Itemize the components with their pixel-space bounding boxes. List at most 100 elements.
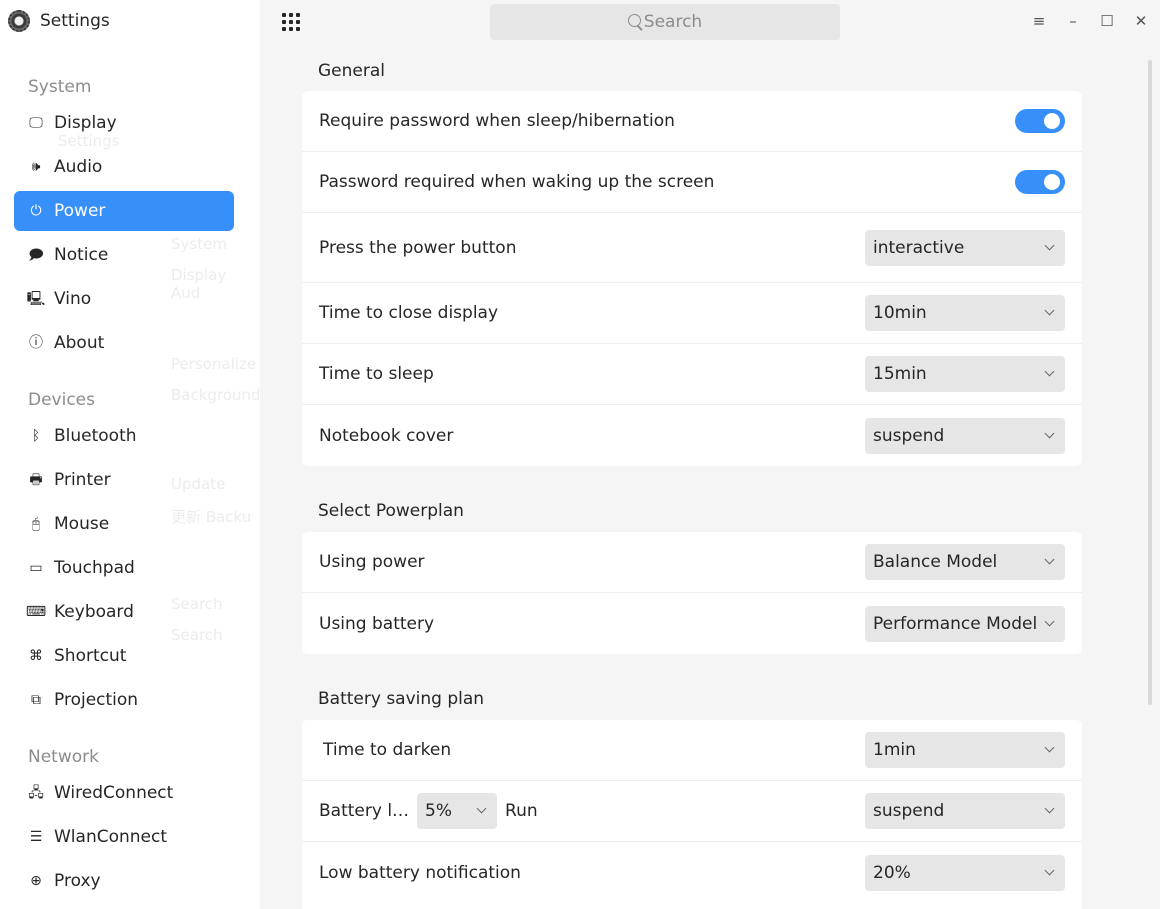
vino-icon: 🖳 bbox=[26, 291, 46, 307]
using-power-select[interactable]: Balance Model bbox=[865, 544, 1065, 580]
sidebar: Settings Settings System Display Aud Per… bbox=[0, 0, 261, 909]
using-battery-select[interactable]: Performance Model bbox=[865, 605, 1065, 642]
sidebar-item-label: Display bbox=[54, 113, 117, 133]
battery-level-select[interactable]: 5% bbox=[417, 793, 498, 829]
sidebar-item-label: Keyboard bbox=[54, 602, 134, 622]
settings-row: Notebook cover suspend bbox=[302, 405, 1082, 466]
close-display-select[interactable]: 10min bbox=[865, 295, 1065, 331]
sidebar-item-about[interactable]: ⓘ About bbox=[14, 323, 234, 363]
sidebar-item-power[interactable]: ⏻ Power bbox=[14, 191, 234, 231]
display-icon: 🖵 bbox=[29, 115, 43, 131]
sidebar-item-label: Notice bbox=[54, 245, 109, 265]
notebook-cover-select[interactable]: suspend bbox=[865, 417, 1065, 454]
run-label: Run bbox=[505, 801, 538, 821]
select-value: Performance Model bbox=[873, 613, 1038, 634]
sidebar-item-notice[interactable]: 🗩 Notice bbox=[14, 235, 234, 275]
sidebar-item-bluetooth[interactable]: ᛒ Bluetooth bbox=[14, 416, 234, 456]
sleep-password-toggle[interactable] bbox=[1015, 109, 1065, 133]
power-icon: ⏻ bbox=[30, 203, 42, 219]
battery-card: Time to darken 1min Battery l… 5% Run su… bbox=[302, 720, 1082, 909]
app-title: Settings bbox=[40, 11, 110, 31]
nav-group-system: System bbox=[28, 77, 92, 97]
settings-row: Require password when sleep/hibernation bbox=[302, 91, 1082, 152]
chevron-down-icon bbox=[1044, 554, 1055, 565]
sidebar-item-label: About bbox=[54, 333, 105, 353]
sidebar-item-audio[interactable]: 🕪 Audio bbox=[14, 147, 234, 187]
settings-row: Press the power button interactive bbox=[302, 213, 1082, 283]
close-icon[interactable]: ✕ bbox=[1132, 12, 1150, 30]
row-label: Using battery bbox=[319, 613, 435, 634]
select-value: interactive bbox=[873, 237, 965, 258]
sidebar-item-label: WiredConnect bbox=[54, 783, 174, 803]
power-button-select[interactable]: interactive bbox=[865, 229, 1065, 266]
menu-icon[interactable]: ≡ bbox=[1030, 12, 1048, 30]
battery-run-select[interactable]: suspend bbox=[865, 793, 1065, 829]
sidebar-item-vino[interactable]: 🖳 Vino bbox=[14, 279, 234, 319]
nav-group-devices: Devices bbox=[28, 390, 95, 410]
sidebar-item-wlanconnect[interactable]: ☰ WlanConnect bbox=[14, 817, 234, 857]
time-to-darken-select[interactable]: 1min bbox=[865, 732, 1065, 768]
sidebar-item-touchpad[interactable]: ▭ Touchpad bbox=[14, 548, 234, 588]
sidebar-item-label: Shortcut bbox=[54, 646, 127, 666]
sidebar-item-keyboard[interactable]: ⌨ Keyboard bbox=[14, 592, 234, 632]
sidebar-item-label: Audio bbox=[54, 157, 103, 177]
touchpad-icon: ▭ bbox=[29, 560, 43, 576]
settings-row: Time to darken 1min bbox=[302, 720, 1082, 781]
shortcut-icon: ⌘ bbox=[29, 648, 43, 664]
chevron-down-icon bbox=[1044, 803, 1055, 814]
chevron-down-icon bbox=[1044, 305, 1055, 316]
sidebar-item-label: WlanConnect bbox=[54, 827, 168, 847]
wake-password-toggle[interactable] bbox=[1015, 170, 1065, 194]
settings-row: Time to sleep 15min bbox=[302, 344, 1082, 405]
nav-group-network: Network bbox=[28, 747, 99, 767]
select-value: 20% bbox=[873, 862, 911, 883]
settings-row: Low battery notification 20% bbox=[302, 842, 1082, 903]
sidebar-item-projection[interactable]: ⧉ Projection bbox=[14, 680, 234, 720]
row-label: Time to darken bbox=[323, 740, 452, 760]
proxy-icon: ⊕ bbox=[30, 873, 42, 889]
search-input[interactable]: Search bbox=[490, 4, 840, 40]
chevron-down-icon bbox=[476, 803, 487, 814]
wifi-icon: ☰ bbox=[29, 829, 43, 845]
low-battery-notification-select[interactable]: 20% bbox=[865, 854, 1065, 891]
sidebar-item-label: Vino bbox=[54, 289, 92, 309]
chevron-down-icon bbox=[1044, 865, 1055, 875]
sidebar-item-mouse[interactable]: 🖰 Mouse bbox=[14, 504, 234, 544]
chevron-down-icon bbox=[1044, 742, 1055, 753]
scrollbar[interactable] bbox=[1148, 60, 1152, 705]
settings-row: Password required when waking up the scr… bbox=[302, 152, 1082, 213]
minimize-icon[interactable]: – bbox=[1064, 12, 1082, 30]
app-header: Settings bbox=[8, 9, 110, 33]
sidebar-item-label: Touchpad bbox=[54, 558, 135, 578]
row-label: Require password when sleep/hibernation bbox=[319, 111, 675, 131]
sleep-time-select[interactable]: 15min bbox=[865, 356, 1065, 392]
sidebar-item-proxy[interactable]: ⊕ Proxy bbox=[14, 861, 234, 901]
powerplan-card: Using power Balance Model Using battery … bbox=[302, 532, 1082, 654]
sidebar-item-label: Projection bbox=[54, 690, 139, 710]
mouse-icon: 🖰 bbox=[31, 516, 41, 532]
row-label: Battery l… bbox=[319, 801, 410, 821]
settings-row: Battery l… 5% Run suspend bbox=[302, 781, 1082, 842]
select-value: suspend bbox=[873, 425, 945, 446]
select-value: 10min bbox=[873, 303, 927, 323]
sidebar-item-label: Power bbox=[54, 201, 106, 221]
sidebar-item-shortcut[interactable]: ⌘ Shortcut bbox=[14, 636, 234, 676]
section-title-powerplan: Select Powerplan bbox=[318, 501, 464, 521]
about-icon: ⓘ bbox=[29, 335, 43, 351]
settings-gear-icon bbox=[8, 10, 30, 32]
settings-row: Using power Balance Model bbox=[302, 532, 1082, 593]
maximize-icon[interactable]: ☐ bbox=[1098, 12, 1116, 30]
projection-icon: ⧉ bbox=[31, 692, 41, 708]
select-value: 5% bbox=[425, 801, 453, 821]
row-label: Time to close display bbox=[319, 303, 499, 323]
ghost-personalized-sub: Background bbox=[171, 386, 261, 404]
sidebar-item-printer[interactable]: 🖶 Printer bbox=[14, 460, 234, 500]
row-label: Password required when waking up the scr… bbox=[319, 172, 715, 192]
sidebar-item-wiredconnect[interactable]: 🖧 WiredConnect bbox=[14, 773, 234, 813]
app-grid-icon[interactable] bbox=[282, 13, 300, 31]
row-label: Using power bbox=[319, 552, 425, 572]
row-label: Time to sleep bbox=[319, 364, 434, 384]
printer-icon: 🖶 bbox=[29, 472, 43, 488]
sidebar-item-display[interactable]: 🖵 Display bbox=[14, 103, 234, 143]
row-label: Notebook cover bbox=[319, 425, 454, 446]
